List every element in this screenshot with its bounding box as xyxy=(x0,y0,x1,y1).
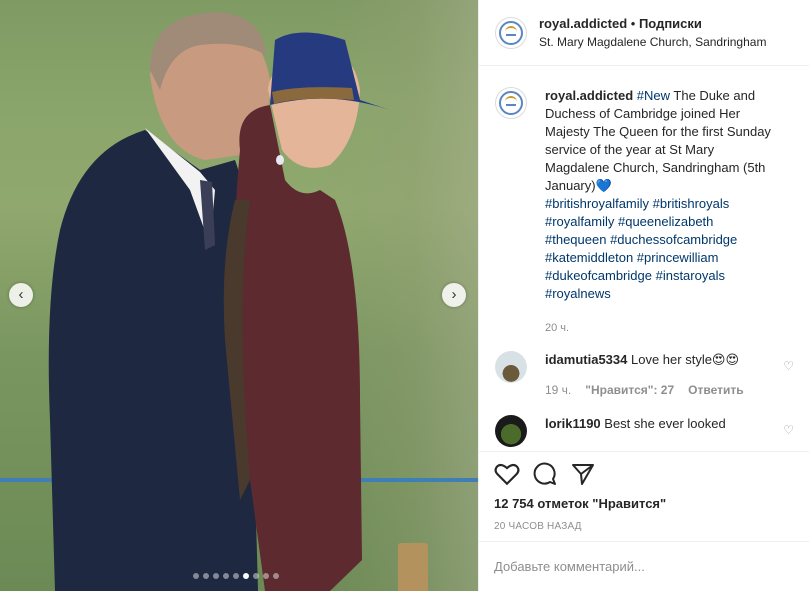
carousel-dot[interactable] xyxy=(223,573,229,579)
chevron-left-icon[interactable]: ‹ xyxy=(9,283,33,307)
heart-icon[interactable] xyxy=(494,462,520,486)
avatar[interactable] xyxy=(495,87,527,119)
photo-people xyxy=(48,12,390,591)
reply-button[interactable]: Ответить xyxy=(688,383,743,397)
carousel-dot[interactable] xyxy=(203,573,209,579)
comment-icon[interactable] xyxy=(532,462,558,486)
hashtag-link[interactable]: #thequeen xyxy=(545,232,606,247)
caption-text: The Duke and Duchess of Cambridge joined… xyxy=(545,88,771,193)
crown-logo-icon xyxy=(499,91,523,115)
hashtag-link[interactable]: #royalnews xyxy=(545,286,611,301)
hashtag-link[interactable]: #New xyxy=(637,88,670,103)
username-link[interactable]: royal.addicted xyxy=(539,16,627,31)
carousel-dot[interactable] xyxy=(193,573,199,579)
comment-input[interactable] xyxy=(494,559,793,574)
carousel-dot[interactable] xyxy=(263,573,269,579)
carousel-dot[interactable] xyxy=(213,573,219,579)
hashtag-link[interactable]: #royalfamily xyxy=(545,214,614,229)
carousel-dot[interactable] xyxy=(243,573,249,579)
add-comment-bar xyxy=(478,541,809,591)
carousel-dots xyxy=(193,573,279,579)
comment-time: 19 ч. xyxy=(545,383,572,397)
likes-count[interactable]: 12 754 отметок "Нравится" xyxy=(494,496,793,511)
comment-text: Love her style😍😍 xyxy=(631,352,740,367)
hashtag-link[interactable]: #queenelizabeth xyxy=(618,214,713,229)
carousel-dot[interactable] xyxy=(233,573,239,579)
comment-item: lorik1190 Best she ever looked ♡ xyxy=(495,415,794,447)
caption-hashtags: #britishroyalfamily #britishroyals #roya… xyxy=(545,195,775,303)
carousel-dot[interactable] xyxy=(273,573,279,579)
comment-username[interactable]: lorik1190 xyxy=(545,416,601,431)
heart-icon[interactable]: ♡ xyxy=(783,359,794,373)
heart-icon[interactable]: ♡ xyxy=(783,423,794,437)
comments-list[interactable]: royal.addicted #New The Duke and Duchess… xyxy=(479,67,809,451)
comment-username[interactable]: idamutia5334 xyxy=(545,352,627,367)
avatar[interactable] xyxy=(495,351,527,383)
post-actions: 12 754 отметок "Нравится" 20 ЧАСОВ НАЗАД xyxy=(478,451,809,532)
avatar[interactable] xyxy=(495,415,527,447)
carousel-dot[interactable] xyxy=(253,573,259,579)
follow-button[interactable]: Подписки xyxy=(639,16,702,31)
hashtag-link[interactable]: #katemiddleton xyxy=(545,250,633,265)
photo-fence-post xyxy=(398,543,428,591)
hashtag-link[interactable]: #duchessofcambridge xyxy=(610,232,737,247)
post-photo[interactable]: ‹ › xyxy=(0,0,478,591)
hashtag-link[interactable]: #britishroyalfamily xyxy=(545,196,649,211)
avatar[interactable] xyxy=(495,16,527,49)
comment-likes[interactable]: "Нравится": 27 xyxy=(585,383,674,397)
share-icon[interactable] xyxy=(570,462,596,486)
hashtag-link[interactable]: #britishroyals xyxy=(653,196,730,211)
hashtag-link[interactable]: #princewilliam xyxy=(637,250,719,265)
caption-time: 20 ч. xyxy=(545,322,570,334)
comment-text: Best she ever looked xyxy=(604,416,726,431)
location-link[interactable]: St. Mary Magdalene Church, Sandringham xyxy=(539,35,766,49)
comment-item: idamutia5334 Love her style😍😍 19 ч. "Нра… xyxy=(495,351,794,397)
crown-logo-icon xyxy=(499,20,523,45)
caption-username[interactable]: royal.addicted xyxy=(545,88,633,103)
post-time[interactable]: 20 ЧАСОВ НАЗАД xyxy=(494,521,793,532)
hashtag-link[interactable]: #dukeofcambridge xyxy=(545,268,652,283)
hashtag-link[interactable]: #instaroyals xyxy=(656,268,725,283)
header-separator: • xyxy=(630,16,636,31)
chevron-right-icon[interactable]: › xyxy=(442,283,466,307)
post-header: royal.addicted • Подписки St. Mary Magda… xyxy=(479,0,809,66)
caption: royal.addicted #New The Duke and Duchess… xyxy=(495,67,794,337)
